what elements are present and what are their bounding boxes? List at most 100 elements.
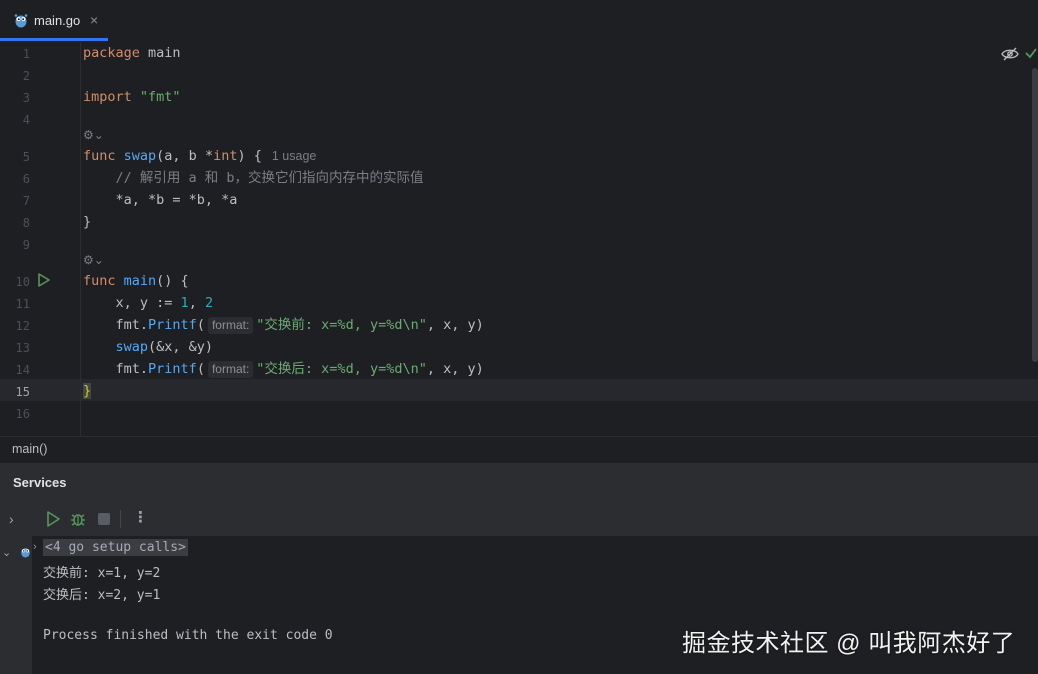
console-line: Process finished with the exit code 0	[43, 628, 333, 643]
services-toolbar: ⋮	[32, 502, 1038, 537]
line-number: 11	[15, 297, 30, 311]
chevron-right-icon[interactable]: ›	[9, 511, 14, 527]
number-literal: 2	[204, 295, 214, 311]
line-number: 7	[22, 194, 30, 208]
code-text: main	[139, 45, 181, 61]
line-number: 10	[15, 275, 30, 289]
code-line-3[interactable]: import "fmt"	[83, 86, 181, 108]
gopher-icon	[14, 14, 28, 28]
code-text: ,	[188, 295, 205, 311]
code-text: (	[196, 317, 205, 333]
code-text: (&x, &y)	[148, 339, 214, 355]
editor-scrollbar[interactable]	[1032, 68, 1038, 362]
keyword: func	[83, 273, 116, 289]
parameter-hint: format:	[207, 361, 254, 378]
breadcrumb-item[interactable]: main()	[12, 442, 47, 456]
matched-bracket: }	[83, 383, 92, 399]
run-icon[interactable]	[44, 510, 62, 528]
line-number: 9	[22, 238, 30, 252]
code-text: (a, b *	[156, 148, 214, 164]
console-line[interactable]: <4 go setup calls>	[43, 539, 188, 556]
close-icon[interactable]: ×	[90, 12, 98, 28]
line-number: 5	[22, 150, 30, 164]
services-title: Services	[13, 475, 67, 490]
code-text: ) {	[237, 148, 262, 164]
code-text: , x, y)	[426, 361, 484, 377]
code-line-6[interactable]: // 解引用 a 和 b，交换它们指向内存中的实际值	[83, 167, 424, 189]
line-number: 8	[22, 216, 30, 230]
editor-tab-bar: main.go ×	[0, 0, 1038, 43]
line-number: 14	[15, 363, 30, 377]
code-line-14[interactable]: fmt.Printf(format: "交换后: x=%d, y=%d\n", x…	[83, 358, 484, 380]
debug-icon[interactable]	[69, 510, 87, 528]
generate-hint-icon[interactable]: ⚙⌄	[83, 253, 104, 267]
tab-label: main.go	[34, 13, 81, 28]
generate-hint-icon[interactable]: ⚙⌄	[83, 128, 104, 142]
usage-hint[interactable]: 1 usage	[272, 149, 316, 163]
chevron-right-icon[interactable]: ›	[33, 541, 37, 553]
eye-off-icon[interactable]	[1001, 47, 1019, 61]
watermark: 掘金技术社区 @ 叫我阿杰好了	[682, 630, 1016, 657]
string-literal: "fmt"	[139, 89, 181, 105]
run-icon[interactable]	[37, 273, 51, 287]
current-line-highlight	[0, 379, 1038, 401]
parameter-hint: format:	[207, 317, 254, 334]
line-number: 12	[15, 319, 30, 333]
tab-main-go[interactable]: main.go ×	[0, 0, 110, 42]
string-literal: "交换前: x=%d, y=%d\n"	[256, 317, 427, 333]
services-panel-header: Services	[0, 462, 1038, 503]
function-name: main	[123, 273, 157, 289]
function-name: swap	[123, 148, 157, 164]
string-literal: "交换后: x=%d, y=%d\n"	[256, 361, 427, 377]
line-number: 13	[15, 341, 30, 355]
code-line-12[interactable]: fmt.Printf(format: "交换前: x=%d, y=%d\n", x…	[83, 314, 484, 336]
type-keyword: int	[213, 148, 238, 164]
more-icon[interactable]: ⋮	[133, 508, 148, 526]
folded-setup-calls[interactable]: <4 go setup calls>	[43, 539, 188, 556]
line-number: 6	[22, 172, 30, 186]
code-line-5[interactable]: func swap(a, b *int) { 1 usage	[83, 145, 316, 167]
line-number: 3	[22, 91, 30, 105]
line-number: 16	[15, 407, 30, 421]
code-text: (	[196, 361, 205, 377]
gopher-icon[interactable]	[20, 546, 31, 558]
code-editor[interactable]: 1 2 3 4 5 6 7 8 9 10 11 12 13 14 15 16 p…	[0, 42, 1038, 436]
keyword: import	[83, 89, 132, 105]
code-text: fmt.	[83, 317, 149, 333]
active-tab-indicator	[0, 38, 108, 41]
number-literal: 1	[180, 295, 189, 311]
code-line-13[interactable]: swap(&x, &y)	[83, 336, 214, 358]
function-name: Printf	[148, 361, 197, 377]
toolbar-separator	[120, 510, 121, 528]
code-text: , x, y)	[426, 317, 484, 333]
function-name: swap	[115, 339, 149, 355]
code-line-8[interactable]: }	[83, 211, 91, 233]
line-number: 4	[22, 113, 30, 127]
code-line-7[interactable]: *a, *b = *b, *a	[83, 189, 238, 211]
code-line-10[interactable]: func main() {	[83, 270, 189, 292]
code-text: x, y :=	[83, 295, 181, 311]
code-line-15[interactable]: }	[83, 380, 92, 402]
keyword: package	[83, 45, 140, 61]
line-number-current: 15	[15, 385, 30, 399]
services-tree: › ⌄	[0, 502, 32, 674]
console-line: 交换后: x=2, y=1	[43, 588, 161, 603]
breadcrumb[interactable]: main()	[0, 436, 1038, 463]
code-text: () {	[156, 273, 189, 289]
keyword: func	[83, 148, 116, 164]
code-line-1[interactable]: package main	[83, 42, 181, 64]
code-text: fmt.	[83, 361, 149, 377]
line-number: 2	[22, 69, 30, 83]
check-icon[interactable]	[1024, 46, 1038, 60]
chevron-down-icon[interactable]: ⌄	[2, 546, 11, 559]
code-line-11[interactable]: x, y := 1, 2	[83, 292, 214, 314]
gutter-separator	[80, 42, 81, 436]
line-number: 1	[22, 47, 30, 61]
function-name: Printf	[148, 317, 197, 333]
console-line: 交换前: x=1, y=2	[43, 566, 161, 581]
stop-icon[interactable]	[95, 510, 113, 528]
